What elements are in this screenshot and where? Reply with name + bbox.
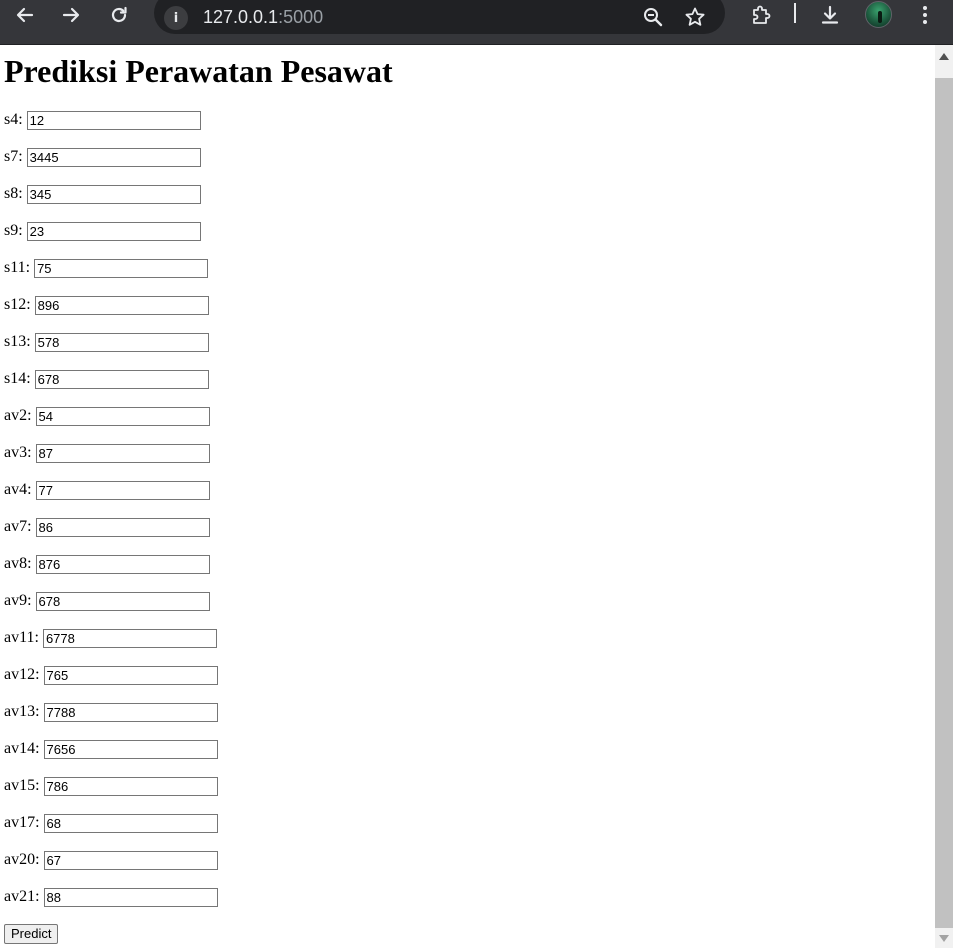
field-label: av17: [4,814,40,831]
bookmark-star-icon[interactable] [683,5,707,29]
field-row-s4: s4: [4,109,201,131]
field-row-av14: av14: [4,738,218,760]
field-input-s4[interactable] [26,110,201,130]
browser-toolbar: i 127.0.0.1:5000 [0,0,953,45]
url-host: 127.0.0.1 [203,7,279,27]
field-label: s11: [4,259,31,276]
field-label: av20: [4,851,40,868]
field-row-s8: s8: [4,183,201,205]
field-row-av13: av13: [4,701,218,723]
field-input-av21[interactable] [43,887,218,907]
page-title: Prediksi Perawatan Pesawat [4,53,393,89]
zoom-out-icon[interactable] [641,5,665,29]
field-row-av3: av3: [4,442,210,464]
field-input-av7[interactable] [35,517,210,537]
field-input-s11[interactable] [34,258,209,278]
scroll-up-arrow-icon[interactable] [935,48,953,65]
toolbar-divider [794,3,796,23]
field-input-av20[interactable] [43,850,218,870]
field-input-s8[interactable] [26,184,201,204]
field-row-av2: av2: [4,405,210,427]
field-label: av3: [4,444,32,461]
field-row-av4: av4: [4,479,210,501]
menu-kebab-icon[interactable] [911,1,939,29]
field-label: av4: [4,481,32,498]
profile-avatar[interactable] [865,1,892,28]
page-content: Prediksi Perawatan Pesawat s4: s7: s8: s… [0,45,935,948]
field-row-s12: s12: [4,294,209,316]
field-input-av15[interactable] [43,776,218,796]
field-row-s9: s9: [4,220,201,242]
field-row-s14: s14: [4,368,209,390]
field-row-av11: av11: [4,627,217,649]
reload-icon[interactable] [106,2,132,28]
field-row-s7: s7: [4,146,201,168]
field-input-s12[interactable] [34,295,209,315]
field-row-av7: av7: [4,516,210,538]
download-icon[interactable] [816,1,844,29]
field-row-av8: av8: [4,553,210,575]
field-input-av17[interactable] [43,813,218,833]
field-label: s13: [4,333,31,350]
field-row-av15: av15: [4,775,218,797]
field-input-s9[interactable] [26,221,201,241]
field-input-av2[interactable] [35,406,210,426]
field-input-av13[interactable] [43,702,218,722]
extensions-icon[interactable] [747,1,775,29]
predict-button[interactable]: Predict [4,924,59,944]
field-input-av12[interactable] [43,665,218,685]
field-input-s14[interactable] [34,369,209,389]
field-row-av9: av9: [4,590,210,612]
field-label: s7: [4,148,23,165]
field-label: av14: [4,740,40,757]
field-label: av13: [4,703,40,720]
url-text[interactable]: 127.0.0.1:5000 [203,5,323,29]
field-row-av17: av17: [4,812,218,834]
field-label: av8: [4,555,32,572]
forward-arrow-icon[interactable] [58,2,84,28]
field-label: av2: [4,407,32,424]
back-arrow-icon[interactable] [12,2,38,28]
field-input-av11[interactable] [42,628,217,648]
field-input-s13[interactable] [34,332,209,352]
field-input-s7[interactable] [26,147,201,167]
scrollbar-thumb[interactable] [935,78,953,928]
field-label: s14: [4,370,31,387]
field-label: av9: [4,592,32,609]
field-input-av14[interactable] [43,739,218,759]
field-label: av15: [4,777,40,794]
field-row-s13: s13: [4,331,209,353]
field-label: s9: [4,222,23,239]
field-input-av9[interactable] [35,591,210,611]
address-bar[interactable]: i 127.0.0.1:5000 [154,0,725,34]
field-label: av7: [4,518,32,535]
url-port: :5000 [278,7,324,27]
field-label: s4: [4,111,23,128]
field-label: s8: [4,185,23,202]
field-row-av20: av20: [4,849,218,871]
field-row-av21: av21: [4,886,218,908]
field-label: av11: [4,629,39,646]
field-row-s11: s11: [4,257,209,279]
field-row-av12: av12: [4,664,218,686]
field-input-av4[interactable] [35,480,210,500]
field-label: av21: [4,888,40,905]
field-input-av3[interactable] [35,443,210,463]
field-label: av12: [4,666,40,683]
scroll-down-arrow-icon[interactable] [935,930,953,947]
field-label: s12: [4,296,31,313]
site-info-icon[interactable]: i [164,6,188,30]
field-input-av8[interactable] [35,554,210,574]
vertical-scrollbar[interactable] [935,45,953,948]
